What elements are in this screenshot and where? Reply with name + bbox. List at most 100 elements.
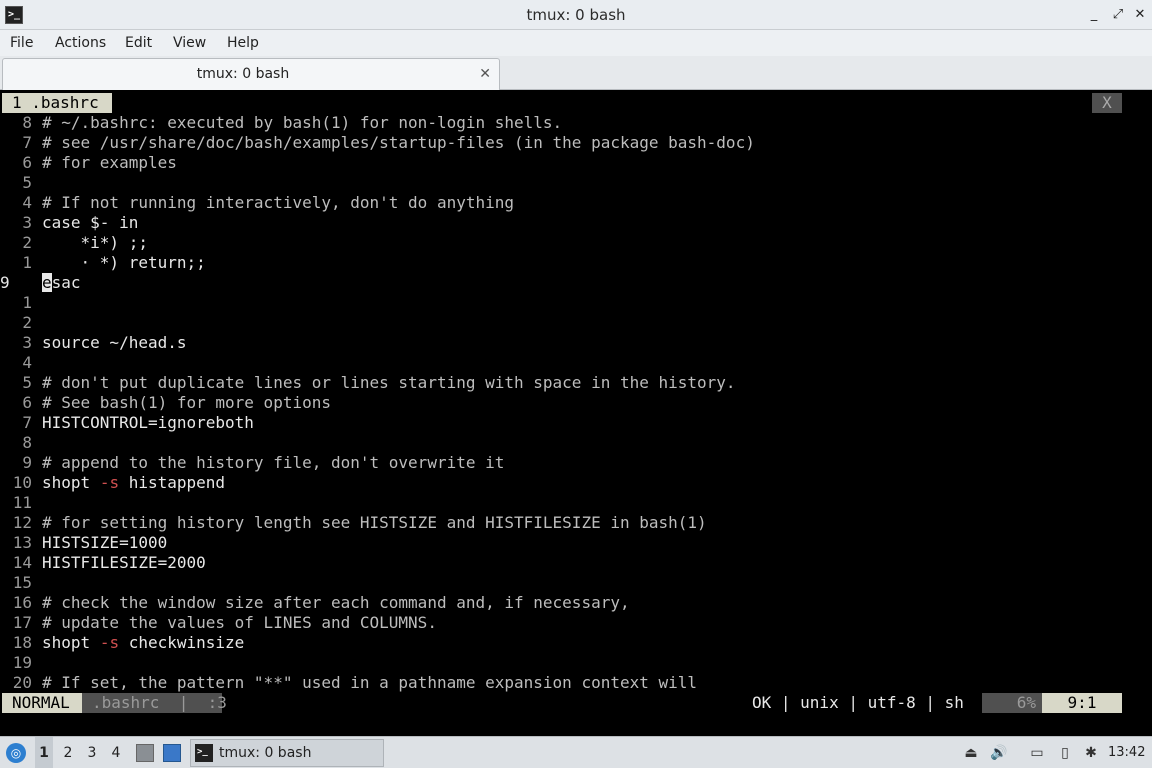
editor-line[interactable]: 3 case $- in	[0, 213, 1152, 233]
line-number: 7	[22, 133, 32, 152]
editor-line[interactable]: 1	[0, 293, 1152, 313]
editor-line[interactable]: 6 # See bash(1) for more options	[0, 393, 1152, 413]
editor-line[interactable]: 19	[0, 653, 1152, 673]
editor-line[interactable]: 9 # append to the history file, don't ove…	[0, 453, 1152, 473]
menu-file[interactable]: File	[10, 30, 33, 56]
line-text: # If not running interactively, don't do…	[42, 193, 515, 212]
workspace-1[interactable]: 1	[35, 737, 53, 768]
line-text: HISTCONTROL=ignoreboth	[42, 413, 254, 432]
line-number: 9	[22, 453, 32, 472]
taskbar-task-tmux[interactable]: >_ tmux: 0 bash	[190, 739, 384, 767]
editor-line[interactable]: 5	[0, 173, 1152, 193]
editor-line[interactable]: 5 # don't put duplicate lines or lines st…	[0, 373, 1152, 393]
line-number: 9	[0, 273, 10, 292]
line-number: 16	[12, 593, 32, 612]
start-menu-icon[interactable]: ◎	[6, 743, 26, 763]
maximize-button[interactable]: ⤢	[1108, 5, 1128, 25]
line-number: 1	[22, 253, 32, 272]
line-number: 12	[12, 513, 32, 532]
vim-tabline: 1 .bashrc X	[0, 93, 1152, 113]
editor-line[interactable]: 11	[0, 493, 1152, 513]
buffer-tab[interactable]: 1 .bashrc	[2, 93, 112, 113]
line-text: # don't put duplicate lines or lines sta…	[42, 373, 736, 392]
status-percent: 6%	[982, 693, 1042, 713]
file-manager-icon[interactable]	[136, 744, 154, 762]
editor-line[interactable]: 1 · *) return;;	[0, 253, 1152, 273]
menu-actions[interactable]: Actions	[55, 30, 106, 56]
line-number: 13	[12, 533, 32, 552]
workspace-4[interactable]: 4	[107, 737, 125, 768]
editor-line[interactable]: 8 # ~/.bashrc: executed by bash(1) for no…	[0, 113, 1152, 133]
line-text: # update the values of LINES and COLUMNS…	[42, 613, 437, 632]
line-number: 10	[12, 473, 32, 492]
editor-line[interactable]: 7 HISTCONTROL=ignoreboth	[0, 413, 1152, 433]
line-text: *i*) ;;	[42, 233, 148, 252]
line-number: 8	[22, 113, 32, 132]
line-number: 2	[22, 313, 32, 332]
upload-icon[interactable]: ⏏	[962, 744, 980, 762]
tab-tmux[interactable]: tmux: 0 bash ✕	[2, 58, 500, 90]
line-text: # see /usr/share/doc/bash/examples/start…	[42, 133, 755, 152]
line-text: # for examples	[42, 153, 177, 172]
menu-help[interactable]: Help	[227, 30, 259, 56]
vim-statusline: NORMAL .bashrc | :3 OK | unix | utf-8 | …	[0, 693, 1152, 713]
editor-line[interactable]: 12 # for setting history length see HISTS…	[0, 513, 1152, 533]
workspace-3[interactable]: 3	[83, 737, 101, 768]
taskbar: ◎ 1 2 3 4 >_ tmux: 0 bash ⏏ 🔊 ▭ ▯ ✱ 13:4…	[0, 736, 1152, 768]
editor-line[interactable]: 16 # check the window size after each com…	[0, 593, 1152, 613]
line-text: # check the window size after each comma…	[42, 593, 630, 612]
command-arg: histappend	[128, 473, 226, 492]
editor-line[interactable]: 4	[0, 353, 1152, 373]
command-flag: -s	[99, 473, 120, 492]
editor-line[interactable]: 4 # If not running interactively, don't d…	[0, 193, 1152, 213]
editor-line[interactable]: 15	[0, 573, 1152, 593]
editor-line[interactable]: 10 shopt -s histappend	[0, 473, 1152, 493]
minimize-button[interactable]: _	[1084, 5, 1104, 25]
editor-line[interactable]: 14 HISTFILESIZE=2000	[0, 553, 1152, 573]
line-number: 19	[12, 653, 32, 672]
terminal-icon: >_	[195, 744, 213, 762]
menu-edit[interactable]: Edit	[125, 30, 152, 56]
editor-line[interactable]: 7 # see /usr/share/doc/bash/examples/star…	[0, 133, 1152, 153]
clock: 13:42	[1108, 745, 1146, 760]
volume-icon[interactable]: 🔊	[990, 744, 1008, 762]
tab-bar: tmux: 0 bash ✕	[0, 56, 1152, 90]
line-number: 3	[22, 333, 32, 352]
line-number: 4	[22, 353, 32, 372]
bluetooth-icon[interactable]: ✱	[1082, 744, 1100, 762]
workspace-2[interactable]: 2	[59, 737, 77, 768]
editor-line[interactable]: 13 HISTSIZE=1000	[0, 533, 1152, 553]
editor-line[interactable]: 9 esac	[0, 273, 1152, 293]
line-text: # If set, the pattern "**" used in a pat…	[42, 673, 698, 692]
editor-line[interactable]: 6 # for examples	[0, 153, 1152, 173]
show-desktop-icon[interactable]	[163, 744, 181, 762]
line-text: HISTSIZE=1000	[42, 533, 168, 552]
editor-line[interactable]: 18 shopt -s checkwinsize	[0, 633, 1152, 653]
line-number: 15	[12, 573, 32, 592]
editor-line[interactable]: 2 *i*) ;;	[0, 233, 1152, 253]
network-icon[interactable]: ▭	[1028, 744, 1046, 762]
close-button[interactable]: ✕	[1130, 5, 1150, 25]
editor-line[interactable]: 3 source ~/head.s	[0, 333, 1152, 353]
line-text: # ~/.bashrc: executed by bash(1) for non…	[42, 113, 563, 132]
menu-view[interactable]: View	[173, 30, 206, 56]
tab-close-icon[interactable]: ✕	[479, 59, 491, 89]
task-label: tmux: 0 bash	[219, 745, 312, 761]
terminal-area[interactable]: 1 .bashrc X 8 # ~/.bashrc: executed by ba…	[0, 91, 1152, 734]
editor-line[interactable]: 20 # If set, the pattern "**" used in a p…	[0, 673, 1152, 693]
line-number: 8	[22, 433, 32, 452]
editor-line[interactable]: 17 # update the values of LINES and COLUM…	[0, 613, 1152, 633]
menu-bar: File Actions Edit View Help	[0, 30, 1152, 56]
line-text: case $- in	[42, 213, 139, 232]
command: shopt	[42, 473, 91, 492]
editor-line[interactable]: 2	[0, 313, 1152, 333]
line-number: 2	[22, 233, 32, 252]
status-fileinfo: OK | unix | utf-8 | sh	[752, 693, 964, 712]
command-arg: checkwinsize	[128, 633, 245, 652]
clipboard-icon[interactable]: ▯	[1056, 744, 1074, 762]
text-cursor: e	[42, 273, 52, 292]
editor-buffer[interactable]: 8 # ~/.bashrc: executed by bash(1) for no…	[0, 113, 1152, 693]
line-number: 17	[12, 613, 32, 632]
buffer-close-button[interactable]: X	[1092, 93, 1122, 113]
editor-line[interactable]: 8	[0, 433, 1152, 453]
